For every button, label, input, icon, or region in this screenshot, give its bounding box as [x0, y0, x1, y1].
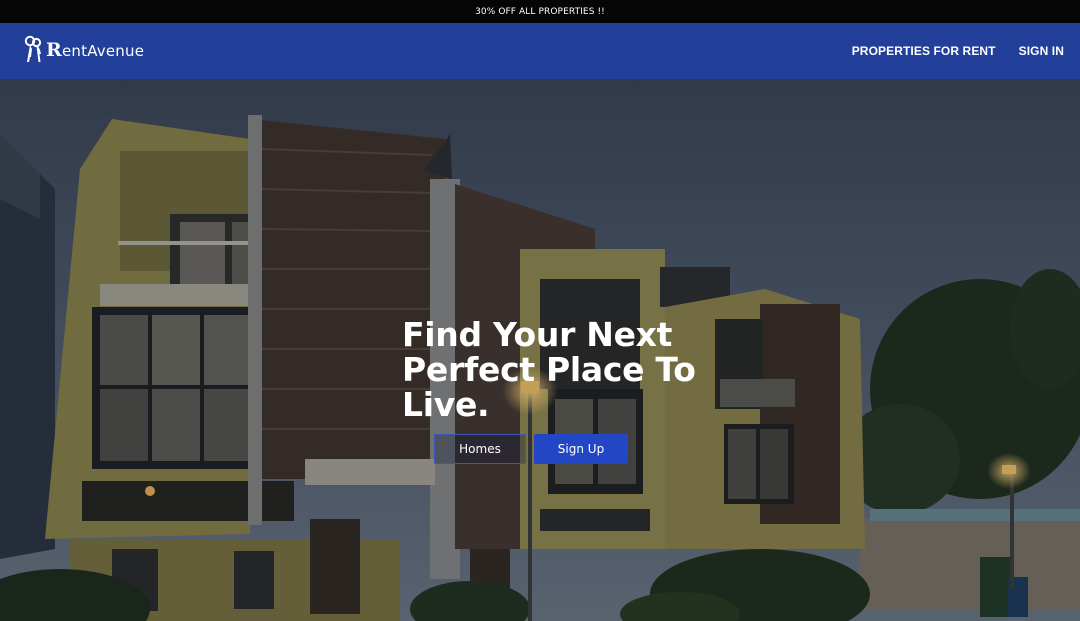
homes-button[interactable]: Homes — [434, 434, 526, 464]
brand-name: RentAvenue — [46, 39, 144, 61]
brand-logo-link[interactable]: RentAvenue — [24, 35, 144, 65]
brand-initial: R — [46, 39, 62, 61]
nav-sign-in[interactable]: SIGN IN — [1019, 44, 1064, 58]
headline-line: Perfect Place To — [402, 350, 696, 389]
promo-text: 30% OFF ALL PROPERTIES !! — [475, 6, 605, 17]
headline-line: Live. — [402, 385, 490, 424]
hero-section: Find Your Next Perfect Place To Live. Ho… — [0, 79, 1080, 621]
nav-links: PROPERTIES FOR RENT SIGN IN — [829, 23, 1064, 79]
sign-up-button[interactable]: Sign Up — [534, 434, 628, 464]
hero-headline: Find Your Next Perfect Place To Live. — [402, 317, 722, 422]
hero-buttons: Homes Sign Up — [434, 434, 628, 464]
promo-banner: 30% OFF ALL PROPERTIES !! — [0, 0, 1080, 23]
top-navbar: RentAvenue PROPERTIES FOR RENT SIGN IN — [0, 23, 1080, 79]
brand-rest: entAvenue — [62, 42, 145, 60]
headline-line: Find Your Next — [402, 315, 673, 354]
keys-icon — [24, 35, 42, 62]
nav-properties-for-rent[interactable]: PROPERTIES FOR RENT — [852, 44, 996, 58]
